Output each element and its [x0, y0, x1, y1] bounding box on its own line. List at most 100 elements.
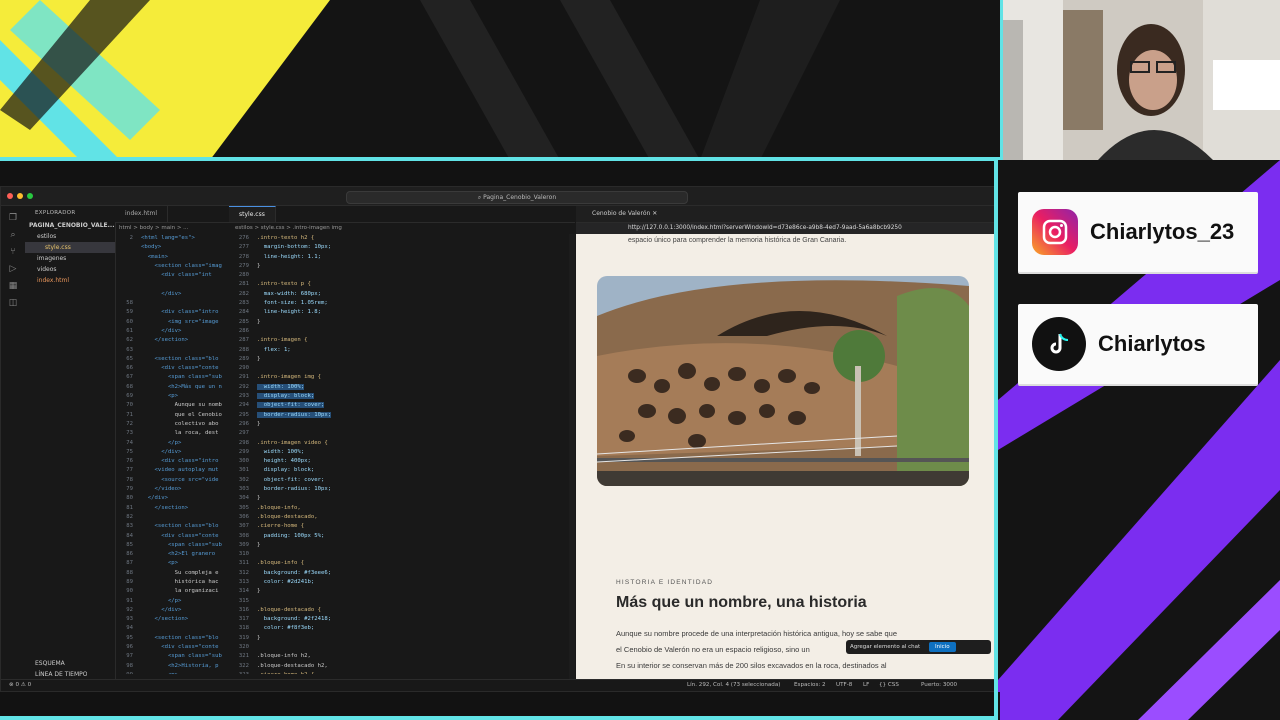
css-minimap[interactable] [569, 234, 575, 684]
code-line[interactable]: 66 <div class="conte [115, 364, 229, 373]
code-line[interactable]: 284 line-height: 1.8; [231, 308, 567, 317]
css-breadcrumb[interactable]: estilos > style.css > .intro-imagen img [235, 223, 565, 233]
code-line[interactable]: 92 </div> [115, 606, 229, 615]
code-line[interactable] [115, 280, 229, 289]
close-window-button[interactable] [7, 193, 13, 199]
eol-setting[interactable]: LF [863, 680, 869, 691]
code-line[interactable]: 288 flex: 1; [231, 346, 567, 355]
code-line[interactable]: 308 padding: 100px 5%; [231, 532, 567, 541]
search-icon[interactable]: ⌕ [8, 230, 18, 240]
code-line[interactable]: 80 </div> [115, 494, 229, 503]
code-line[interactable]: 301 display: block; [231, 466, 567, 475]
code-line[interactable]: 96 <div class="conte [115, 643, 229, 652]
browser-tab[interactable]: Cenobio de Valerón ✕ [576, 206, 995, 223]
code-line[interactable]: 294 object-fit: cover; [231, 401, 567, 410]
maximize-window-button[interactable] [27, 193, 33, 199]
html-breadcrumb[interactable]: html > body > main > ... [119, 223, 229, 233]
code-line[interactable]: 280 [231, 271, 567, 280]
code-line[interactable]: 75 </div> [115, 448, 229, 457]
code-line[interactable]: <div class="int [115, 271, 229, 280]
code-line[interactable]: 295 border-radius: 10px; [231, 411, 567, 420]
code-line[interactable]: 58 [115, 299, 229, 308]
code-line[interactable]: 306 .bloque-destacado, [231, 513, 567, 522]
code-line[interactable]: 296} [231, 420, 567, 429]
code-line[interactable]: 89 histórica hac [115, 578, 229, 587]
code-line[interactable]: 300 height: 400px; [231, 457, 567, 466]
code-line[interactable]: 70 Aunque su nomb [115, 401, 229, 410]
code-line[interactable]: 315 [231, 597, 567, 606]
source-control-icon[interactable]: ⑂ [8, 247, 18, 257]
code-line[interactable]: 298 .intro-imagen video { [231, 439, 567, 448]
code-line[interactable]: 322 .bloque-destacado h2, [231, 662, 567, 671]
code-line[interactable]: 276 .intro-texto h2 { [231, 234, 567, 243]
code-line[interactable]: 292 width: 100%; [231, 383, 567, 392]
code-line[interactable]: 2 <html lang="es"> [115, 234, 229, 243]
code-line[interactable]: 312 background: #f3eee6; [231, 569, 567, 578]
code-line[interactable]: <section class="imag [115, 262, 229, 271]
code-line[interactable]: 74 </p> [115, 439, 229, 448]
code-line[interactable]: </div> [115, 290, 229, 299]
code-line[interactable]: 286 [231, 327, 567, 336]
code-line[interactable]: 62 </section> [115, 336, 229, 345]
code-line[interactable]: 279} [231, 262, 567, 271]
code-line[interactable]: 323 .cierre-home h2 { [231, 671, 567, 674]
code-line[interactable]: 73 la roca, dest [115, 429, 229, 438]
encoding-setting[interactable]: UTF-8 [836, 680, 852, 691]
code-line[interactable]: 88 Su compleja e [115, 569, 229, 578]
file-style-css[interactable]: style.css [25, 242, 115, 253]
html-editor[interactable]: 2 <html lang="es"> <body> <main> <section … [115, 234, 229, 674]
code-line[interactable]: 82 [115, 513, 229, 522]
code-line[interactable]: 302 object-fit: cover; [231, 476, 567, 485]
code-line[interactable]: <body> [115, 243, 229, 252]
code-line[interactable]: 95 <section class="blo [115, 634, 229, 643]
code-line[interactable]: 99 <p> [115, 671, 229, 674]
remote-icon[interactable]: ◫ [8, 298, 18, 308]
code-line[interactable]: 77 <video autoplay mut [115, 466, 229, 475]
code-line[interactable]: 317 background: #2f2418; [231, 615, 567, 624]
tab-style-css[interactable]: style.css [229, 206, 276, 222]
folder-estilos[interactable]: estilos [25, 231, 115, 242]
problems-indicator[interactable]: ⊗ 0 ⚠ 0 [9, 680, 31, 691]
code-line[interactable]: 319} [231, 634, 567, 643]
code-line[interactable]: 313 color: #2d241b; [231, 578, 567, 587]
code-line[interactable]: 63 [115, 346, 229, 355]
code-line[interactable]: 316 .bloque-destacado { [231, 606, 567, 615]
code-line[interactable]: 93 </section> [115, 615, 229, 624]
code-line[interactable]: 278 line-height: 1.1; [231, 253, 567, 262]
code-line[interactable]: 86 <h2>El granero [115, 550, 229, 559]
code-line[interactable]: 309} [231, 541, 567, 550]
code-line[interactable]: 314} [231, 587, 567, 596]
code-line[interactable]: 91 </p> [115, 597, 229, 606]
project-folder[interactable]: PAGINA_CENOBIO_VALE... [25, 220, 115, 231]
css-editor[interactable]: 276 .intro-texto h2 {277 margin-bottom: 1… [231, 234, 567, 674]
code-line[interactable]: 305 .bloque-info, [231, 504, 567, 513]
code-line[interactable]: 97 <span class="sub [115, 652, 229, 661]
code-line[interactable]: 291 .intro-imagen img { [231, 373, 567, 382]
minimize-window-button[interactable] [17, 193, 23, 199]
code-line[interactable]: 83 <section class="blo [115, 522, 229, 531]
code-line[interactable]: 287 .intro-imagen { [231, 336, 567, 345]
file-index-html[interactable]: index.html [25, 275, 115, 286]
cursor-position[interactable]: Lín. 292, Col. 4 (73 seleccionada) [687, 680, 780, 691]
tab-index-html[interactable]: index.html [115, 206, 168, 222]
code-line[interactable]: 87 <p> [115, 559, 229, 568]
code-line[interactable]: 285} [231, 318, 567, 327]
code-line[interactable]: 281 .intro-texto p { [231, 280, 567, 289]
code-line[interactable]: 68 <h2>Más que un n [115, 383, 229, 392]
code-line[interactable]: 90 la organizaci [115, 587, 229, 596]
code-line[interactable]: 81 </section> [115, 504, 229, 513]
code-line[interactable]: 94 [115, 624, 229, 633]
code-line[interactable]: 61 </div> [115, 327, 229, 336]
explorer-icon[interactable]: ❐ [8, 213, 18, 223]
run-debug-icon[interactable]: ▷ [8, 264, 18, 274]
code-line[interactable]: 85 <span class="sub [115, 541, 229, 550]
code-line[interactable]: 65 <section class="blo [115, 355, 229, 364]
code-line[interactable]: 311 .bloque-info { [231, 559, 567, 568]
code-line[interactable]: 320 [231, 643, 567, 652]
code-line[interactable]: 98 <h2>Historia, p [115, 662, 229, 671]
code-line[interactable]: 72 colectivo abo [115, 420, 229, 429]
code-line[interactable]: 60 <img src="image [115, 318, 229, 327]
language-mode[interactable]: {} CSS [879, 680, 899, 691]
outline-section[interactable]: ESQUEMA [25, 658, 65, 669]
code-line[interactable]: 297 [231, 429, 567, 438]
